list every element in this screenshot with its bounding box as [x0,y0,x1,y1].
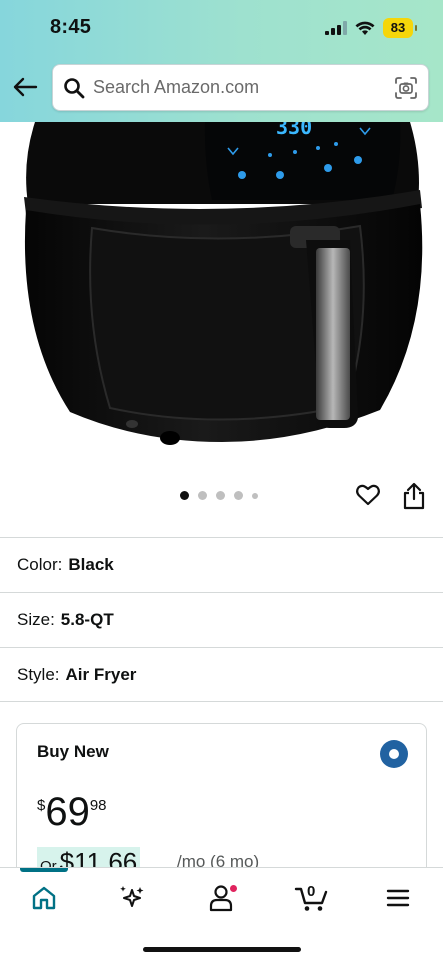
search-icon [64,78,85,99]
variation-row-style[interactable]: Style: Air Fryer [0,647,443,702]
price-fraction: 98 [89,797,107,814]
nav-home[interactable] [19,878,69,918]
carousel-dot[interactable] [198,491,207,500]
product-image[interactable]: 330 [0,122,443,470]
camera-scan-icon[interactable] [394,76,418,100]
carousel-dot[interactable] [180,491,189,500]
variation-label: Style: [17,664,60,684]
signal-icon [325,21,347,35]
buy-new-radio[interactable] [380,740,408,768]
variation-value: 5.8-QT [60,610,114,629]
nav-rufus[interactable] [107,878,157,918]
home-indicator [143,947,301,952]
notification-dot [229,884,238,893]
bottom-navigation: 0 [0,867,443,960]
variation-row-size[interactable]: Size: 5.8-QT [0,592,443,647]
carousel-dot[interactable] [234,491,243,500]
carousel-dot[interactable] [252,492,258,499]
search-bar[interactable] [52,64,429,111]
menu-icon [386,889,410,907]
status-icons: 83 [325,18,417,38]
buy-new-title: Buy New [37,742,109,761]
temperature-display: 330 [276,122,312,139]
share-icon[interactable] [402,482,426,510]
variation-value: Air Fryer [65,664,137,684]
nav-cart[interactable]: 0 [286,878,336,918]
price-symbol: $ [37,797,46,814]
variation-label: Size: [17,610,55,629]
status-time: 8:45 [50,16,92,38]
heart-icon[interactable] [355,482,381,508]
nav-account[interactable] [196,878,246,918]
variation-row-color[interactable]: Color: Black [0,537,443,592]
back-button[interactable] [10,72,40,102]
arrow-left-icon [13,77,38,97]
cart-count: 0 [307,883,316,900]
search-input[interactable] [93,65,383,110]
app-header: 8:45 83 [0,0,443,122]
variation-list: Color: Black Size: 5.8-QT Style: Air Fry… [0,537,443,702]
battery-indicator: 83 [383,18,417,38]
carousel-dot[interactable] [216,491,225,500]
price-whole: 69 [45,790,90,834]
air-fryer-image: 330 [24,122,423,445]
image-carousel-dots[interactable] [180,491,258,500]
nav-menu[interactable] [373,878,423,918]
sparkle-icon [120,886,144,907]
wifi-icon [355,21,375,35]
home-icon [32,886,56,910]
variation-value: Black [68,555,114,574]
active-tab-indicator [20,868,68,872]
variation-label: Color: [17,555,63,574]
price: $ 69 98 [37,792,107,832]
